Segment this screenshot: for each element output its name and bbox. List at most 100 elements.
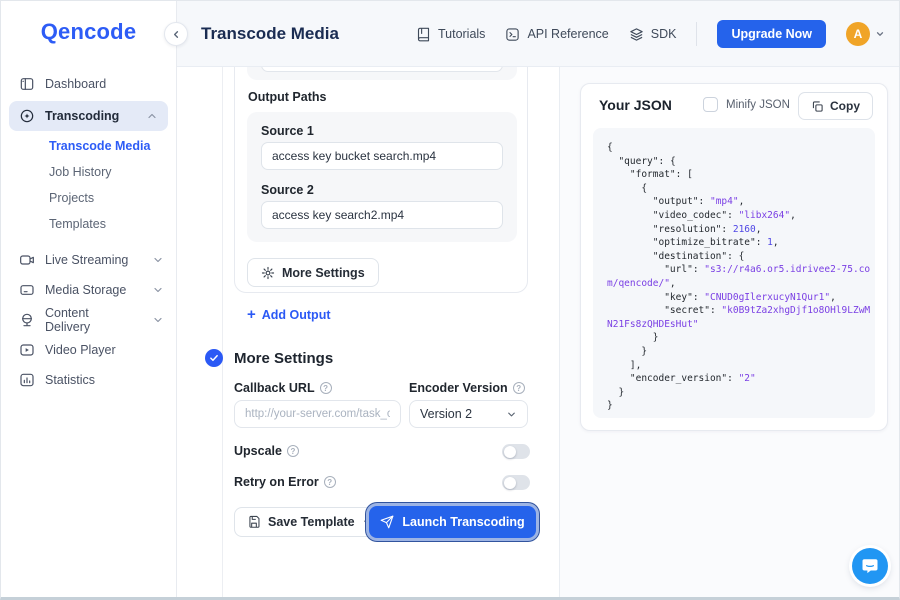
layers-icon (629, 27, 644, 42)
retry-on-error-toggle[interactable] (502, 475, 530, 490)
sidebar-nav: Dashboard Transcoding Transcode Media Jo… (1, 69, 176, 395)
encoder-version-label-text: Encoder Version (409, 381, 508, 395)
copy-icon (811, 100, 824, 113)
chevron-down-icon (150, 254, 166, 266)
minify-json-label: Minify JSON (726, 99, 790, 111)
output-paths-label: Output Paths (248, 90, 326, 104)
toggle-knob (504, 477, 516, 489)
sidebar-item-video-player[interactable]: Video Player (1, 335, 176, 365)
header-divider (696, 22, 697, 46)
main-content: Output Paths Source 1 Source 2 More Sett… (177, 67, 899, 597)
avatar[interactable]: A (846, 22, 870, 46)
json-card: Your JSON Minify JSON Copy { "query": { … (580, 83, 888, 431)
format-input-partial[interactable] (261, 67, 503, 72)
sidebar-item-label: Content Delivery (45, 306, 130, 334)
transcoding-icon (19, 108, 35, 124)
chevron-up-icon (144, 110, 160, 122)
info-icon[interactable]: ? (324, 476, 336, 488)
chevron-down-icon (506, 409, 517, 420)
sidebar-subitem-job-history[interactable]: Job History (1, 159, 176, 185)
header-actions: Tutorials API Reference SDK Upgrade Now … (416, 1, 885, 67)
terminal-icon (505, 27, 520, 42)
api-reference-label: API Reference (527, 27, 608, 41)
add-output-link[interactable]: + Add Output (247, 307, 331, 322)
sidebar-subitem-transcode-media[interactable]: Transcode Media (1, 133, 176, 159)
api-reference-link[interactable]: API Reference (505, 27, 608, 42)
add-output-label: Add Output (262, 308, 331, 322)
toggle-knob (504, 446, 516, 458)
save-template-label: Save Template (268, 515, 355, 529)
chevron-down-icon (875, 29, 885, 39)
chevron-down-icon (150, 314, 166, 326)
chevron-left-icon (171, 29, 182, 40)
check-icon (209, 353, 219, 363)
launch-transcoding-button[interactable]: Launch Transcoding (369, 506, 536, 538)
cdn-globe-icon (19, 312, 35, 328)
minify-json-checkbox[interactable] (703, 97, 718, 112)
encoder-version-value: Version 2 (420, 407, 472, 421)
chat-widget-button[interactable] (852, 548, 888, 584)
output-card: Output Paths Source 1 Source 2 More Sett… (234, 67, 528, 293)
sdk-link[interactable]: SDK (629, 27, 677, 42)
more-settings-button[interactable]: More Settings (247, 258, 379, 287)
info-icon[interactable]: ? (320, 382, 332, 394)
sidebar-item-content-delivery[interactable]: Content Delivery (1, 305, 176, 335)
info-icon[interactable]: ? (513, 382, 525, 394)
chevron-down-icon (150, 284, 166, 296)
sidebar-item-media-storage[interactable]: Media Storage (1, 275, 176, 305)
sidebar-subitem-templates[interactable]: Templates (1, 211, 176, 237)
sidebar-item-statistics[interactable]: Statistics (1, 365, 176, 395)
copy-button[interactable]: Copy (798, 92, 873, 120)
encoder-version-label: Encoder Version ? (409, 381, 525, 395)
sidebar-item-live-streaming[interactable]: Live Streaming (1, 245, 176, 275)
storage-drive-icon (19, 282, 35, 298)
save-template-button[interactable]: Save Template (234, 507, 386, 537)
upgrade-now-button[interactable]: Upgrade Now (717, 20, 826, 48)
tutorials-link[interactable]: Tutorials (416, 27, 485, 42)
bar-chart-icon (19, 372, 35, 388)
book-icon (416, 27, 431, 42)
save-icon (247, 515, 261, 529)
tutorials-label: Tutorials (438, 27, 485, 41)
sidebar-item-transcoding[interactable]: Transcoding (9, 101, 168, 131)
upscale-toggle[interactable] (502, 444, 530, 459)
copy-button-label: Copy (830, 99, 860, 113)
dashboard-icon (19, 76, 35, 92)
video-camera-icon (19, 252, 35, 268)
sidebar-item-label: Statistics (45, 373, 95, 387)
sidebar: Qencode Dashboard Transcoding Transcode … (1, 1, 177, 597)
callback-url-input[interactable] (234, 400, 401, 428)
more-settings-button-label: More Settings (282, 266, 365, 280)
sdk-label: SDK (651, 27, 677, 41)
qencode-logo: Qencode (1, 19, 176, 45)
sidebar-collapse-button[interactable] (164, 22, 188, 46)
sidebar-item-label: Live Streaming (45, 253, 128, 267)
json-panel-title: Your JSON (599, 97, 672, 113)
section-check-icon (205, 349, 223, 367)
upscale-label: Upscale ? (234, 444, 299, 458)
callback-url-label-text: Callback URL (234, 381, 315, 395)
sidebar-subitem-projects[interactable]: Projects (1, 185, 176, 211)
source-1-input[interactable] (261, 142, 503, 170)
account-menu[interactable]: A (846, 22, 885, 46)
sidebar-item-label: Video Player (45, 343, 116, 357)
page-title: Transcode Media (201, 24, 339, 44)
json-code: { "query": { "format": [ { "output": "mp… (593, 128, 875, 418)
output-format-panel (247, 67, 517, 80)
sidebar-item-label: Transcoding (45, 109, 119, 123)
sidebar-item-dashboard[interactable]: Dashboard (1, 69, 176, 99)
source-1-label: Source 1 (261, 124, 314, 138)
gear-icon (261, 266, 275, 280)
chat-bubble-icon (861, 557, 879, 575)
sidebar-item-label: Media Storage (45, 283, 126, 297)
retry-on-error-label: Retry on Error ? (234, 475, 336, 489)
info-icon[interactable]: ? (287, 445, 299, 457)
source-2-input[interactable] (261, 201, 503, 229)
sources-panel: Source 1 Source 2 (247, 112, 517, 242)
play-icon (19, 342, 35, 358)
more-settings-heading: More Settings (234, 350, 333, 367)
app-window: Qencode Dashboard Transcoding Transcode … (0, 0, 900, 600)
encoder-version-select[interactable]: Version 2 (409, 400, 528, 428)
launch-transcoding-label: Launch Transcoding (402, 515, 524, 529)
json-panel: Your JSON Minify JSON Copy { "query": { … (560, 67, 899, 597)
